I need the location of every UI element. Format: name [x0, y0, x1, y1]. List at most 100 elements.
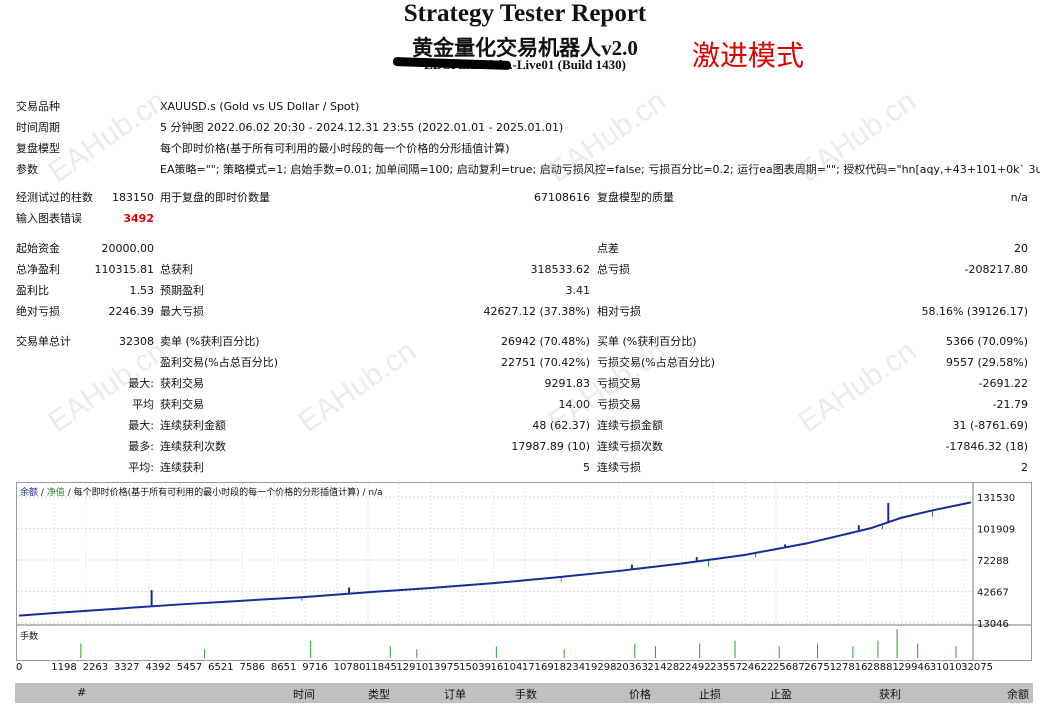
x-tick-label: 0	[16, 662, 23, 673]
model-value: 每个即时价格(基于所有可利用的最小时段的每一个价格的分形插值计算)	[160, 142, 510, 155]
x-tick-label: 2263	[82, 662, 109, 673]
x-tick-label: 8651	[270, 662, 297, 673]
net-profit-value: 110315.81	[94, 263, 155, 276]
y-tick-label: 13046	[977, 619, 1009, 630]
rel-drawdown-label: 相对亏损	[597, 305, 641, 318]
x-tick-label: 15039	[459, 662, 491, 673]
average-loss-label: 亏损交易	[597, 398, 641, 411]
largest-loss-label: 亏损交易	[597, 377, 641, 390]
symbol-value: XAUUSD.s (Gold vs US Dollar / Spot)	[160, 100, 360, 113]
bars-value: 183150	[112, 191, 154, 204]
col-volume: 手数	[515, 688, 537, 701]
params-value: EA策略=""; 策略模式=1; 启始手数=0.01; 加单间隔=100; 启动…	[160, 163, 1040, 176]
x-tick-label: 6521	[208, 662, 234, 673]
y-tick-label: 72288	[977, 556, 1009, 567]
server-build: EBCFinancial...-Live01 (Build 1430)	[424, 57, 626, 72]
volume-label: 手数	[20, 632, 39, 642]
expected-payoff-label: 预期盈利	[160, 284, 204, 297]
legend-equity: 净值	[46, 488, 65, 498]
legend-balance: 余额	[20, 488, 39, 498]
rel-drawdown-value: 58.16% (39126.17)	[921, 305, 1028, 318]
gross-profit-value: 318533.62	[530, 263, 591, 276]
loss-trades-label: 亏损交易(%占总百分比)	[597, 356, 716, 369]
profit-trades-label: 盈利交易(%占总百分比)	[160, 356, 279, 369]
x-tick-label: 17169	[521, 662, 554, 673]
balance-line	[18, 501, 972, 617]
gross-profit-label: 总获利	[160, 263, 193, 276]
most-consec-prefix: 最多:	[128, 440, 154, 453]
orders-table-header: # 时间 类型 订单 手数 价格 止损 止盈 获利 余额	[15, 683, 1033, 703]
x-axis: 0 1198 2263 3327 4392 5457 6521 7586 8651 9716 107…	[16, 662, 993, 676]
max-consec-wins-label: 连续获利金额	[160, 419, 226, 432]
x-tick-label: 19298	[584, 662, 617, 673]
col-tp: 止盈	[770, 688, 792, 701]
watermark: EAHub.cn	[292, 334, 423, 439]
model-quality-label: 复盘模型的质量	[597, 191, 674, 204]
largest-profit-value: 9291.83	[544, 377, 591, 390]
x-tick-label: 9716	[302, 662, 328, 673]
x-tick-label: 4392	[145, 662, 171, 673]
x-tick-label: 11845	[365, 662, 397, 673]
spread-value: 20	[1014, 242, 1028, 255]
x-tick-label: 3327	[114, 662, 140, 673]
max-consec-losses-value: 31 (-8761.69)	[952, 419, 1028, 432]
col-order: 订单	[444, 688, 466, 701]
most-consec-profit-label: 连续获利次数	[160, 440, 226, 453]
deposit-label: 起始资金	[16, 242, 60, 255]
x-tick-label: 20363	[616, 662, 648, 673]
profit-trades-value: 22751 (70.42%)	[500, 356, 590, 369]
avg-consec-wins-value: 5	[583, 461, 590, 474]
abs-drawdown-label: 绝对亏损	[16, 305, 60, 318]
col-price: 价格	[629, 688, 651, 701]
spread-label: 点差	[597, 242, 619, 255]
x-tick-label: 27816	[835, 662, 868, 673]
x-tick-label: 10780	[333, 662, 366, 673]
average-profit-label: 获利交易	[160, 398, 204, 411]
largest-prefix: 最大:	[128, 377, 154, 390]
avg-consec-prefix: 平均:	[128, 461, 154, 474]
errors-value: 3492	[123, 212, 154, 225]
col-time: 时间	[293, 688, 315, 701]
largest-profit-label: 获利交易	[160, 377, 204, 390]
max-consec-losses-label: 连续亏损金额	[597, 419, 663, 432]
legend-text: 每个即时价格(基于所有可利用的最小时段的每一个价格的分形插值计算)	[73, 488, 360, 498]
report-title: Strategy Tester Report	[403, 0, 647, 27]
col-sl: 止损	[699, 688, 721, 701]
profit-factor-label: 盈利比	[16, 284, 49, 297]
col-balance: 余额	[1007, 688, 1029, 701]
x-tick-label: 32075	[961, 662, 993, 673]
x-tick-label: 18234	[553, 662, 586, 673]
max-drawdown-value: 42627.12 (37.38%)	[483, 305, 590, 318]
x-tick-label: 12910	[396, 662, 429, 673]
col-number: #	[77, 686, 87, 699]
most-consec-loss-label: 连续亏损次数	[597, 440, 663, 453]
model-label: 复盘模型	[16, 142, 60, 155]
long-trades-label: 买单 (%获利百分比)	[597, 335, 697, 348]
abs-drawdown-value: 2246.39	[108, 305, 155, 318]
x-tick-label: 7586	[239, 662, 265, 673]
col-type: 类型	[368, 688, 390, 701]
symbol-label: 交易品种	[16, 100, 60, 113]
short-trades-value: 26942 (70.48%)	[500, 335, 590, 348]
y-tick-label: 42667	[977, 588, 1009, 599]
x-tick-label: 1198	[51, 662, 77, 673]
max-consec-prefix: 最大:	[128, 419, 154, 432]
average-prefix: 平均	[132, 398, 154, 411]
period-label: 时间周期	[16, 121, 60, 134]
average-loss-value: -21.79	[992, 398, 1028, 411]
most-consec-loss-value: -17846.32 (18)	[945, 440, 1028, 453]
net-profit-label: 总净盈利	[16, 263, 60, 276]
x-tick-label: 28881	[867, 662, 899, 673]
largest-loss-value: -2691.22	[978, 377, 1028, 390]
max-consec-wins-value: 48 (62.37)	[532, 419, 590, 432]
gross-loss-label: 总亏损	[597, 263, 630, 276]
profit-factor-value: 1.53	[129, 284, 155, 297]
balance-chart: 131530 101909 72288 42667 13046 余额 / 净值 / 每个…	[16, 482, 1032, 661]
max-drawdown-label: 最大亏损	[160, 305, 204, 318]
chart-legend: 余额 / 净值 / 每个即时价格(基于所有可利用的最小时段的每一个价格的分形插值…	[20, 488, 383, 498]
deposit-value: 20000.00	[101, 242, 155, 255]
x-tick-label: 21428	[647, 662, 680, 673]
mode-label: 激进模式	[692, 39, 805, 72]
most-consec-profit-value: 17987.89 (10)	[511, 440, 590, 453]
x-tick-label: 23557	[710, 662, 742, 673]
